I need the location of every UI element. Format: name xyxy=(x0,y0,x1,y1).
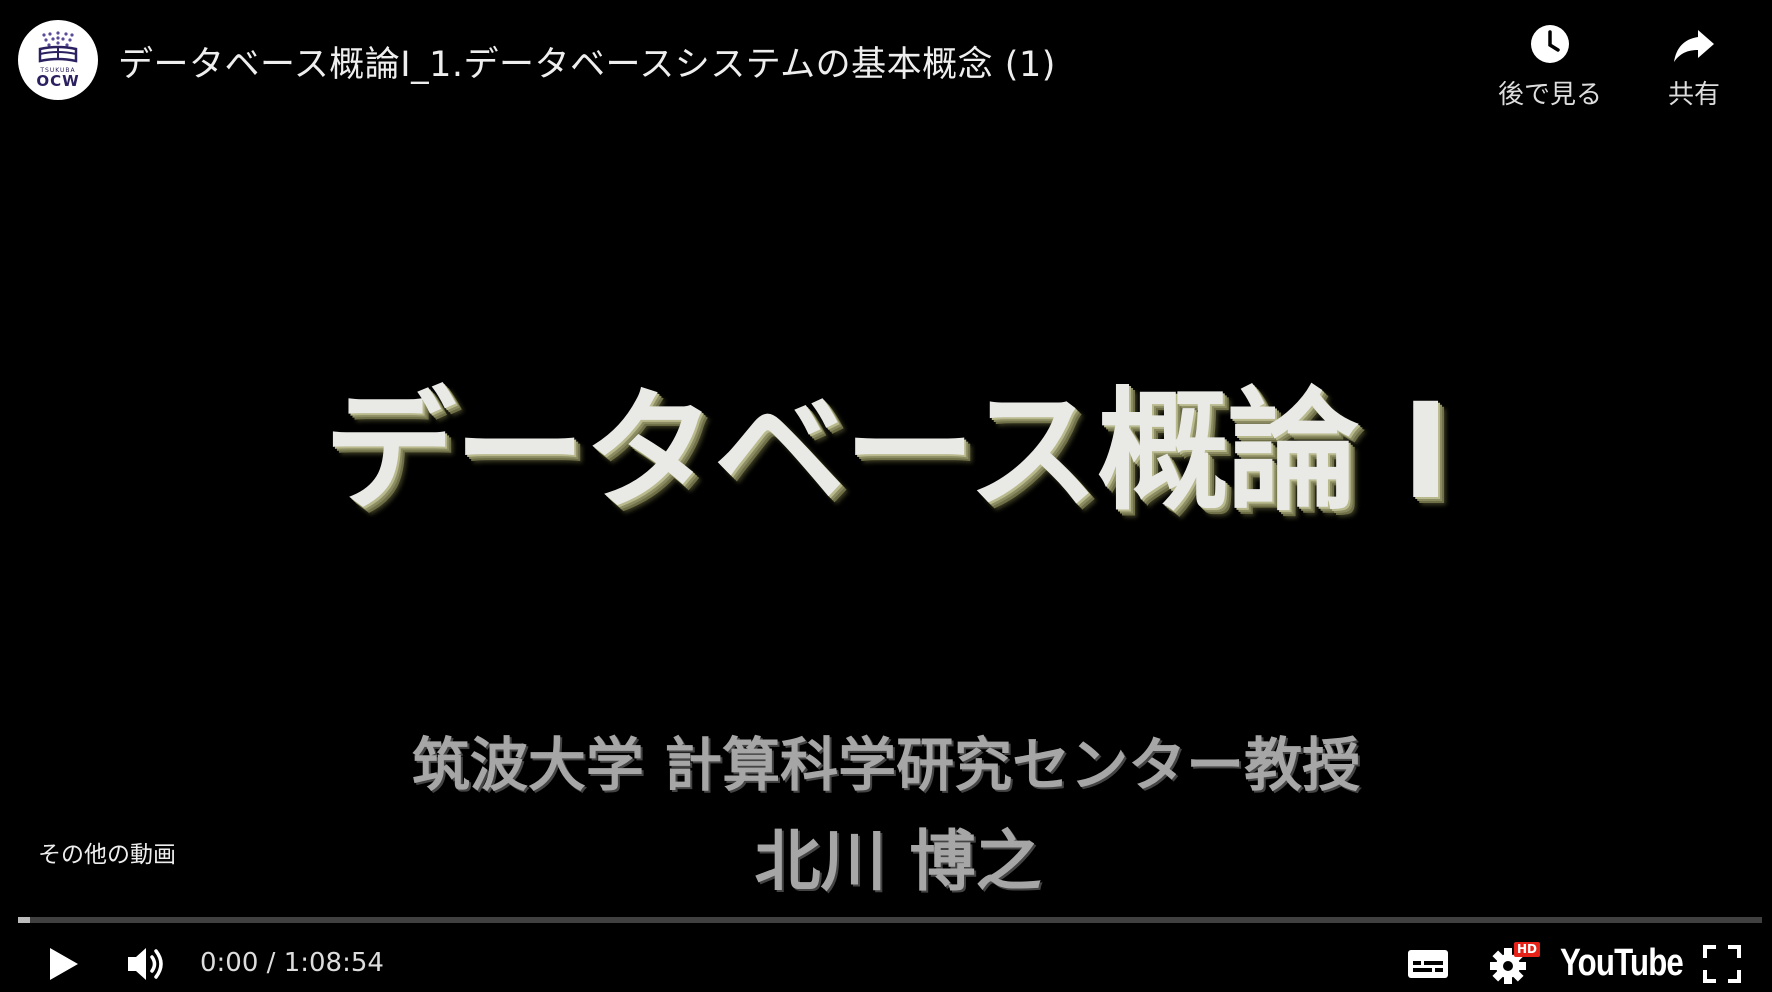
play-icon xyxy=(50,948,78,980)
watch-later-button[interactable]: 後で見る xyxy=(1490,22,1610,111)
volume-icon xyxy=(128,948,163,980)
youtube-logo-button[interactable]: YouTube xyxy=(1560,942,1684,985)
more-videos-link[interactable]: その他の動画 xyxy=(38,835,176,869)
play-button[interactable] xyxy=(44,942,84,986)
share-arrow-icon xyxy=(1674,30,1714,62)
subtitles-icon xyxy=(1408,950,1448,978)
clock-icon xyxy=(1531,25,1569,63)
channel-avatar[interactable]: TSUKUBA OCW xyxy=(18,20,98,100)
subtitles-button[interactable] xyxy=(1406,946,1450,982)
tsukuba-logo-icon xyxy=(38,31,78,63)
time-display: 0:00 / 1:08:54 xyxy=(200,948,384,978)
video-title[interactable]: データベース概論I_1.データベースシステムの基本概念 (1) xyxy=(118,36,1056,87)
progress-scrubber[interactable] xyxy=(18,917,30,923)
settings-button[interactable]: HD xyxy=(1488,940,1541,986)
fullscreen-button[interactable] xyxy=(1702,944,1742,984)
share-button[interactable]: 共有 xyxy=(1634,22,1754,111)
volume-button[interactable] xyxy=(124,942,172,986)
time-separator: / xyxy=(258,948,284,978)
duration: 1:08:54 xyxy=(283,948,384,978)
watch-later-label: 後で見る xyxy=(1497,80,1602,110)
video-player[interactable]: TSUKUBA OCW データベース概論I_1.データベースシステムの基本概念 … xyxy=(0,0,1772,992)
slide-lecturer-name: 北川 博之 xyxy=(754,823,1042,900)
hd-badge: HD xyxy=(1514,942,1541,957)
share-label: 共有 xyxy=(1667,80,1720,110)
current-time: 0:00 xyxy=(200,948,259,978)
slide-affiliation: 筑波大学 計算科学研究センター教授 xyxy=(411,731,1361,799)
progress-bar[interactable] xyxy=(18,917,1762,923)
slide-title: データベース概論 I xyxy=(323,375,1450,529)
logo-text: OCW xyxy=(36,72,80,90)
fullscreen-icon xyxy=(1703,945,1741,983)
